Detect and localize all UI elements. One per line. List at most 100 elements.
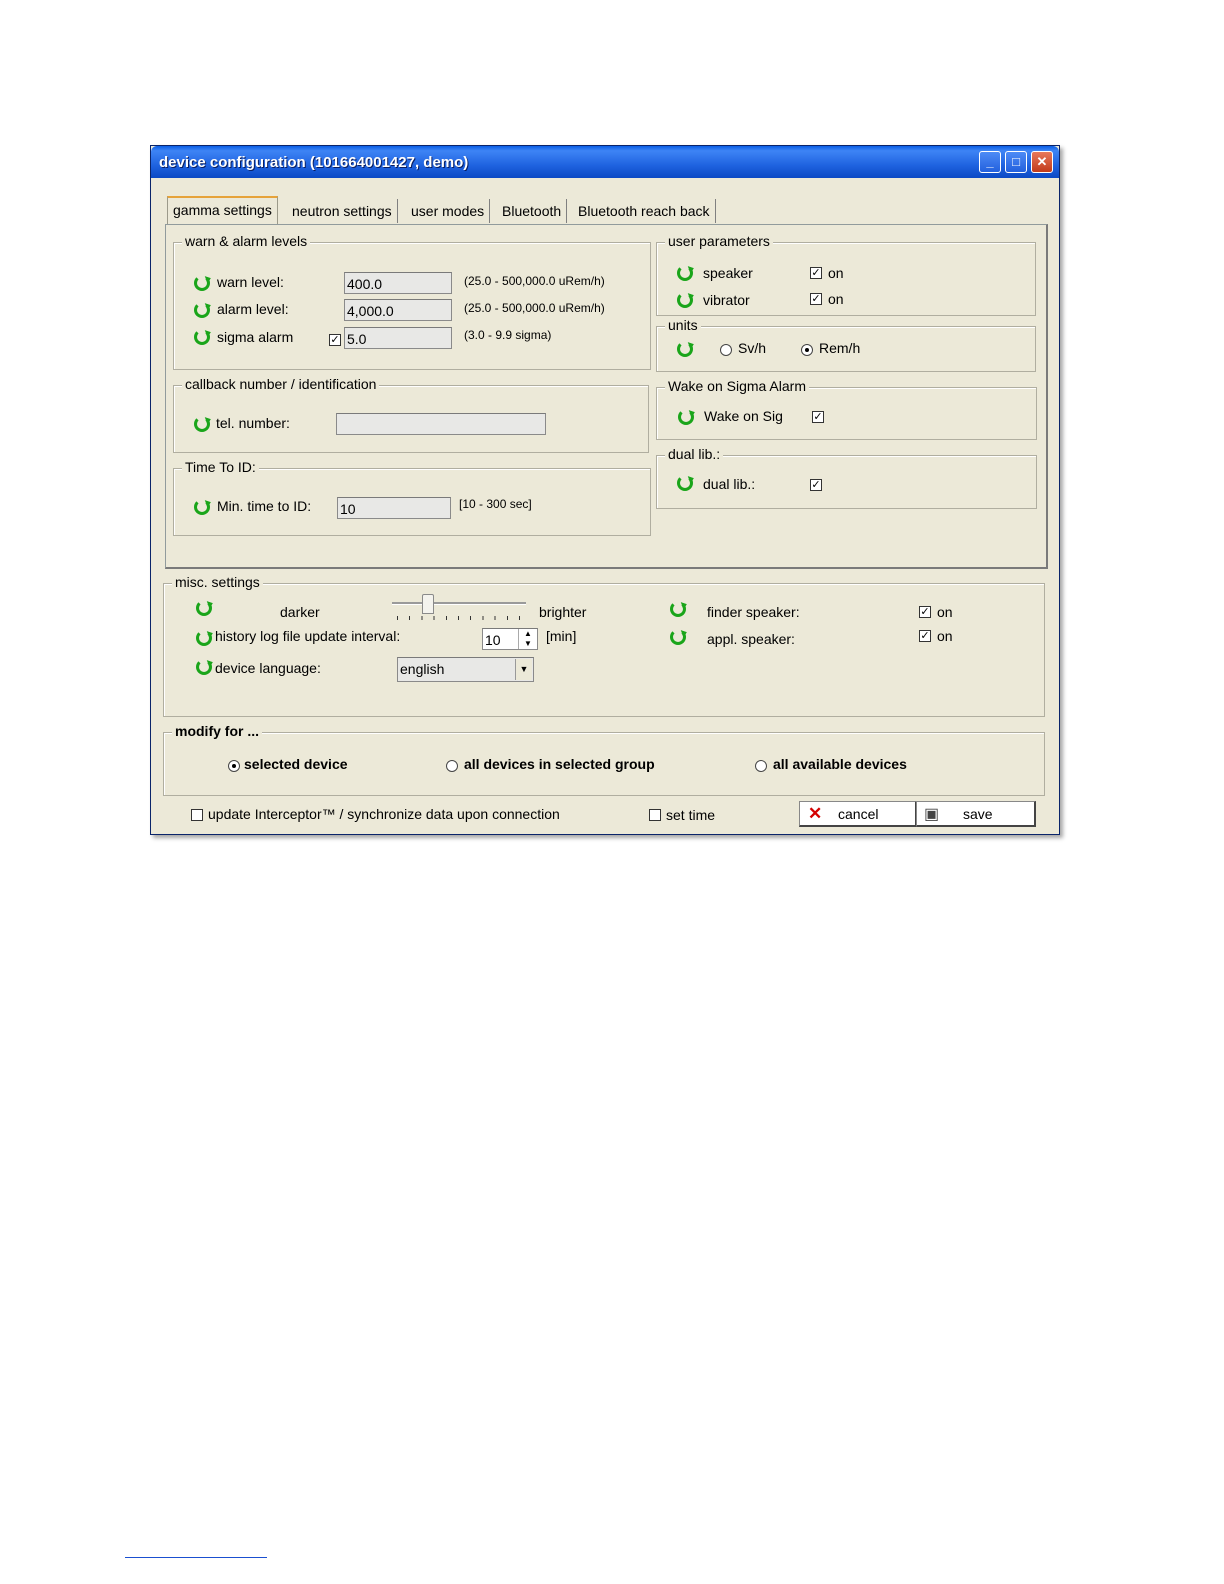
modify-selected-device-label: selected device [244,756,348,772]
sigma-alarm-checkbox[interactable]: ✓ [329,334,341,346]
alarm-level-label: alarm level: [217,301,289,317]
appl-speaker-label: appl. speaker: [707,631,795,647]
refresh-icon[interactable] [670,601,686,617]
darker-label: darker [280,604,320,620]
speaker-checkbox[interactable]: ✓ [810,267,822,279]
sigma-alarm-label: sigma alarm [217,329,294,345]
warn-level-field[interactable]: 400.0 [344,272,452,294]
device-configuration-window: device configuration (101664001427, demo… [150,145,1060,835]
dual-lib-checkbox[interactable]: ✓ [810,479,822,491]
wake-on-sig-label: Wake on Sig [704,408,783,424]
set-time-label: set time [666,807,716,823]
refresh-icon[interactable] [678,409,694,425]
floppy-disk-icon: ▣ [924,806,940,823]
chevron-down-icon[interactable]: ▼ [515,659,532,680]
warn-level-range: (25.0 - 500,000.0 uRem/h) [464,274,605,288]
refresh-icon[interactable] [196,659,212,675]
wake-on-sigma-group: Wake on Sigma Alarm Wake on Sig ✓ [656,378,1037,440]
modify-all-devices-label: all available devices [773,756,907,772]
footnote-separator [125,1557,267,1558]
history-interval-value: 10 [485,632,501,648]
slider-thumb[interactable] [422,594,434,614]
minimize-icon[interactable]: _ [979,151,1001,173]
history-interval-unit: [min] [546,628,577,644]
vibrator-checkbox[interactable]: ✓ [810,293,822,305]
units-sv-label: Sv/h [738,340,767,356]
refresh-icon[interactable] [677,341,693,357]
min-time-to-id-field[interactable]: 10 [337,497,451,519]
time-to-id-group: Time To ID: Min. time to ID: 10 [10 - 30… [173,459,651,536]
brighter-label: brighter [539,604,587,620]
modify-group-radio[interactable] [446,760,458,772]
close-icon: ✕ [808,804,823,823]
sigma-alarm-field[interactable]: 5.0 [344,327,452,349]
modify-selected-device-radio[interactable] [228,760,240,772]
tab-bluetooth-reach-back[interactable]: Bluetooth reach back [573,199,716,223]
appl-speaker-on: on [937,628,953,644]
update-interceptor-checkbox[interactable] [191,809,203,821]
vibrator-on-label: on [828,291,844,307]
misc-settings-group: misc. settings darker brighter history l… [163,574,1045,717]
warn-level-label: warn level: [217,274,284,290]
finder-speaker-on: on [937,604,953,620]
cancel-button[interactable]: ✕ cancel [799,801,917,827]
tel-number-field[interactable] [336,413,546,435]
gamma-settings-panel: warn & alarm levels warn level: 400.0 (2… [165,224,1048,569]
device-language-select[interactable]: english ▼ [397,657,534,682]
history-interval-spinner[interactable]: 10 ▲ ▼ [482,628,538,650]
device-language-label: device language: [215,660,321,676]
refresh-icon[interactable] [677,475,693,491]
finder-speaker-checkbox[interactable]: ✓ [919,606,931,618]
appl-speaker-checkbox[interactable]: ✓ [919,630,931,642]
misc-settings-title: misc. settings [172,574,263,590]
refresh-icon[interactable] [194,329,210,345]
dual-lib-title: dual lib.: [665,446,724,462]
title-bar[interactable]: device configuration (101664001427, demo… [151,146,1059,178]
units-sv-radio[interactable] [720,344,732,356]
alarm-level-range: (25.0 - 500,000.0 uRem/h) [464,301,605,315]
tab-bluetooth[interactable]: Bluetooth [497,199,568,223]
modify-for-group: modify for ... selected device all devic… [163,723,1045,796]
refresh-icon[interactable] [194,416,210,432]
user-parameters-title: user parameters [665,233,773,249]
refresh-icon[interactable] [677,265,693,281]
refresh-icon[interactable] [194,499,210,515]
spin-down-icon[interactable]: ▼ [518,639,537,649]
wake-on-sig-checkbox[interactable]: ✓ [812,411,824,423]
warn-alarm-group: warn & alarm levels warn level: 400.0 (2… [173,233,651,370]
modify-for-title: modify for ... [172,723,262,739]
cancel-label: cancel [838,806,879,822]
min-time-to-id-label: Min. time to ID: [217,498,312,514]
tab-neutron-settings[interactable]: neutron settings [287,199,398,223]
refresh-icon[interactable] [194,275,210,291]
refresh-icon[interactable] [670,629,686,645]
save-button[interactable]: ▣ save [916,801,1036,827]
window-title: device configuration (101664001427, demo… [159,154,469,171]
save-label: save [963,806,993,822]
refresh-icon[interactable] [196,630,212,646]
sigma-alarm-range: (3.0 - 9.9 sigma) [464,328,552,342]
units-title: units [665,317,701,333]
maximize-icon[interactable]: □ [1005,151,1027,173]
dual-lib-label: dual lib.: [703,476,756,492]
tel-number-label: tel. number: [216,415,290,431]
refresh-icon[interactable] [194,302,210,318]
modify-all-devices-radio[interactable] [755,760,767,772]
refresh-icon[interactable] [677,292,693,308]
tab-gamma-settings[interactable]: gamma settings [167,196,278,225]
spin-up-icon[interactable]: ▲ [518,629,537,639]
history-interval-label: history log file update interval: [215,628,401,644]
alarm-level-field[interactable]: 4,000.0 [344,299,452,321]
refresh-icon[interactable] [196,600,212,616]
brightness-slider[interactable] [392,594,526,620]
tab-user-modes[interactable]: user modes [406,199,491,223]
units-group: units Sv/h Rem/h [656,317,1036,372]
units-rem-radio[interactable] [801,344,813,356]
min-time-to-id-range: [10 - 300 sec] [459,497,532,511]
dual-lib-group: dual lib.: dual lib.: ✓ [656,446,1037,509]
callback-title: callback number / identification [182,376,380,392]
set-time-checkbox[interactable] [649,809,661,821]
time-to-id-title: Time To ID: [182,459,259,475]
close-icon[interactable]: ✕ [1031,151,1053,173]
vibrator-label: vibrator [703,292,750,308]
